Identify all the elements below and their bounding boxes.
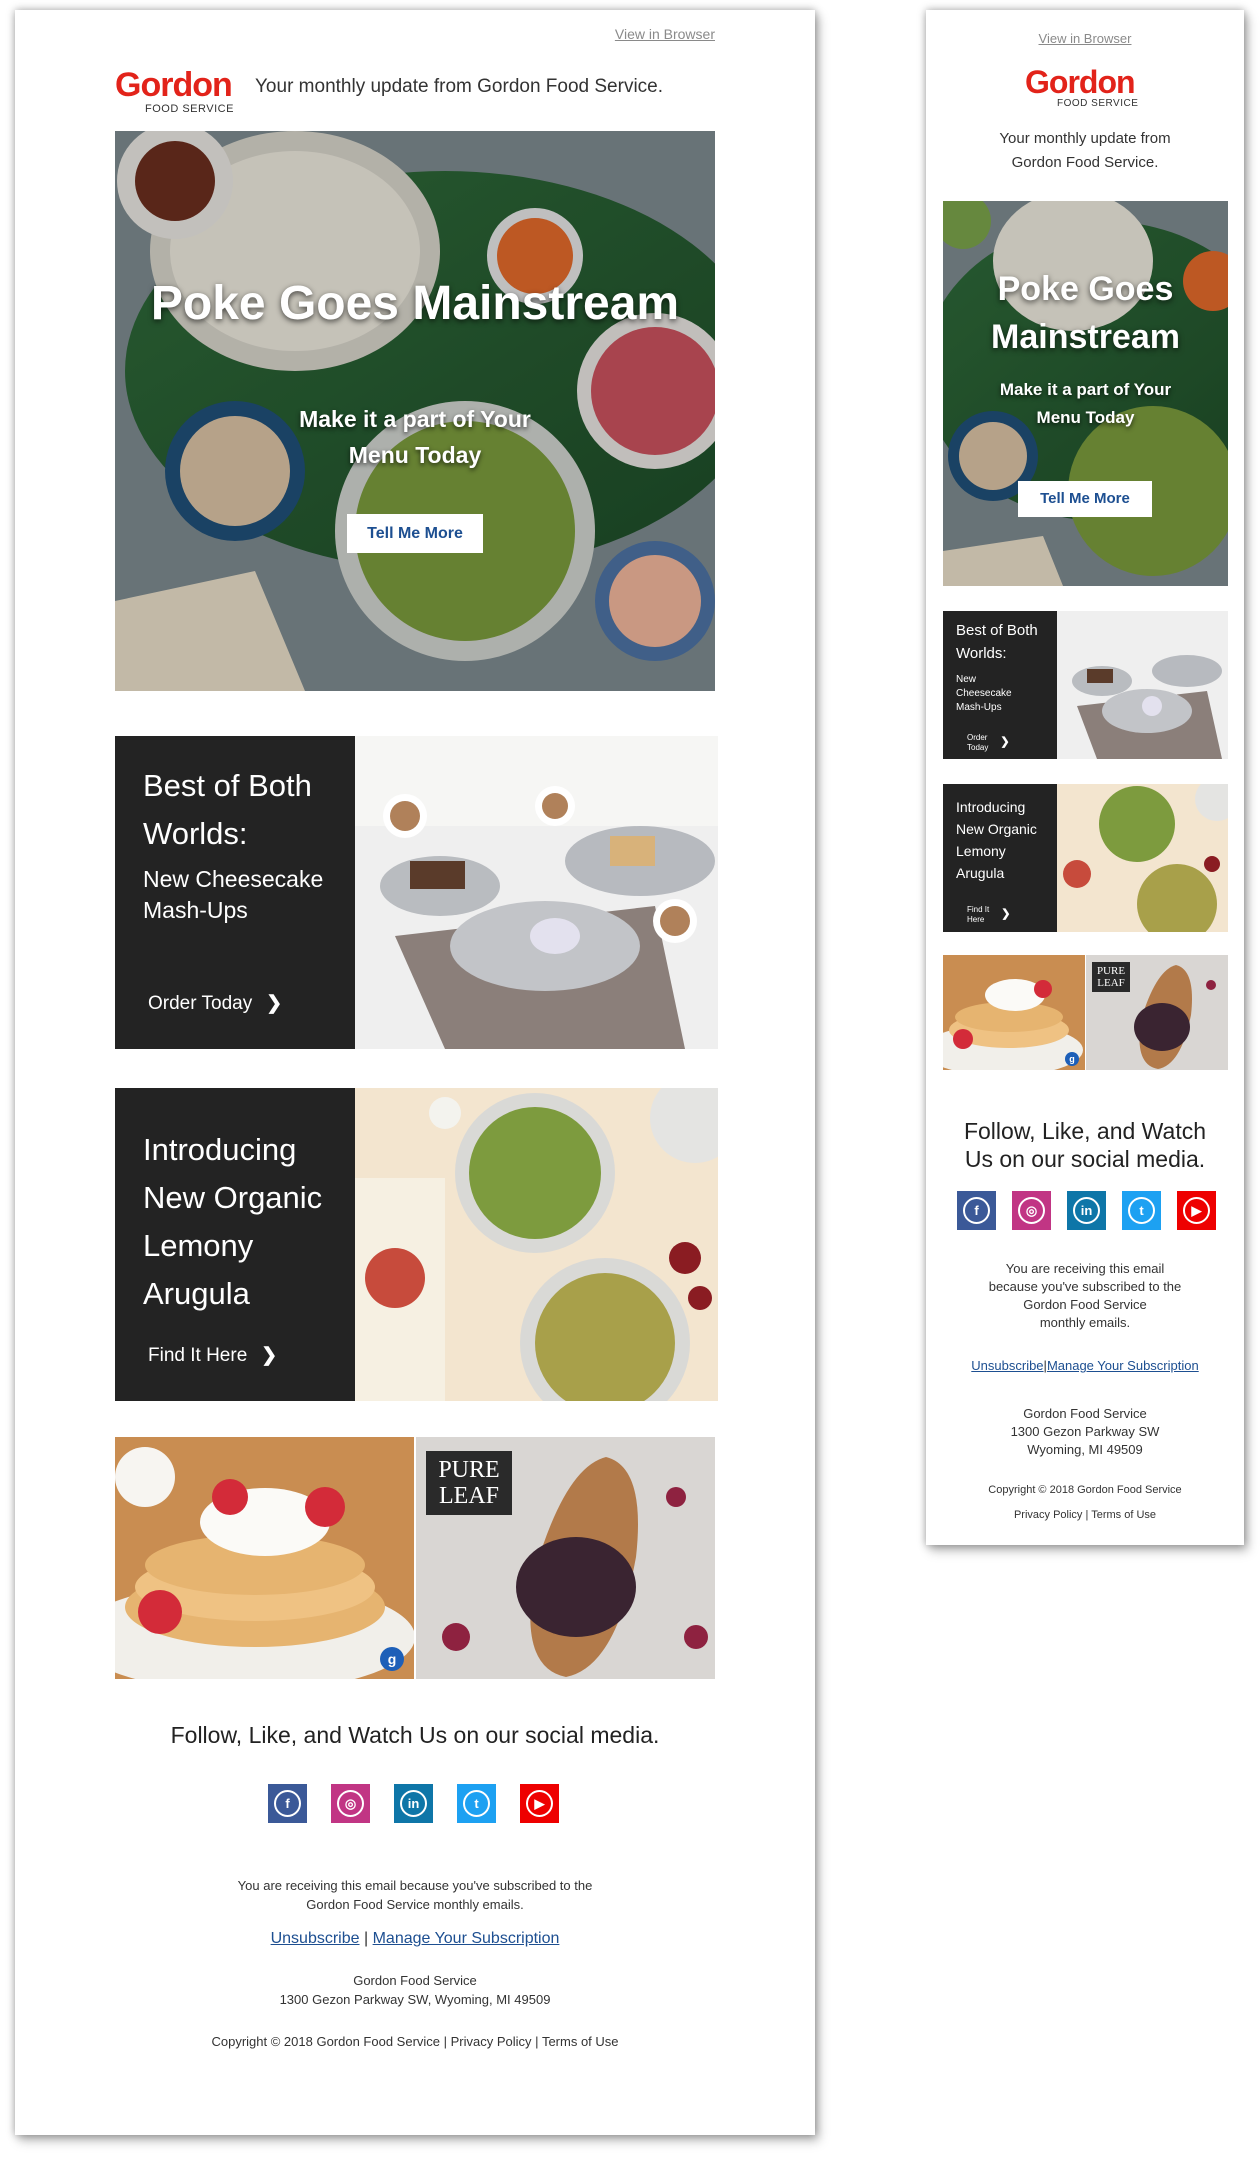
cheesecake-photo — [355, 736, 718, 1049]
order-today-link[interactable]: Order Today ❯ — [967, 733, 1010, 753]
brand-logo-icon: g — [380, 1647, 404, 1671]
subscription-links: Unsubscribe | Manage Your Subscription — [270, 1930, 560, 1947]
mobile-email-preview: View in Browser Gordon FOOD SERVICE Your… — [926, 10, 1244, 1545]
arugula-promo[interactable]: Introducing New Organic Lemony Arugula F… — [115, 1088, 718, 1401]
brand-logo-icon: g — [1065, 1052, 1079, 1066]
hero-banner[interactable]: Poke Goes Mainstream Make it a part of Y… — [943, 201, 1228, 586]
manage-subscription-link[interactable]: Manage Your Subscription — [1047, 1358, 1199, 1373]
terms-of-use-link[interactable]: Terms of Use — [542, 2034, 619, 2049]
promo-subtitle: New Cheesecake Mash-Ups — [143, 866, 324, 923]
privacy-policy-link[interactable]: Privacy Policy — [451, 2034, 532, 2049]
arugula-promo[interactable]: Introducing New Organic Lemony Arugula F… — [943, 784, 1228, 932]
receiving-notice: You are receiving this email because you… — [988, 1261, 1182, 1330]
youtube-icon[interactable]: ▶ — [520, 1784, 559, 1823]
pure-leaf-tea-photo[interactable]: PURE LEAF — [416, 1437, 715, 1679]
chevron-right-icon: ❯ — [261, 1345, 278, 1366]
chevron-right-icon: ❯ — [1000, 736, 1010, 749]
unsubscribe-link[interactable]: Unsubscribe — [271, 1930, 360, 1947]
hero-title: Poke Goes Mainstream — [991, 270, 1180, 356]
hero-subtitle: Make it a part of Your Menu Today — [299, 406, 531, 468]
receiving-notice: You are receiving this email because you… — [237, 1878, 593, 1912]
chevron-right-icon: ❯ — [1001, 908, 1011, 921]
featured-products-row: g PURE LEAF — [115, 1437, 715, 1679]
gordon-logo[interactable]: Gordon FOOD SERVICE — [1025, 66, 1150, 109]
social-heading: Follow, Like, and Watch Us on our social… — [963, 1118, 1207, 1172]
promo-title: Best of Both Worlds: — [143, 768, 312, 851]
cheesecake-promo[interactable]: Best of Both Worlds: New Cheesecake Mash… — [115, 736, 718, 1049]
manage-subscription-link[interactable]: Manage Your Subscription — [373, 1930, 560, 1947]
arugula-salad-photo — [1057, 784, 1228, 932]
promo-text-panel: Introducing New Organic Lemony Arugula F… — [943, 784, 1057, 932]
gordon-logo[interactable]: Gordon FOOD SERVICE — [115, 68, 240, 115]
pure-leaf-logo: PURE LEAF — [1092, 962, 1130, 992]
twitter-icon[interactable]: t — [457, 1784, 496, 1823]
promo-title: Introducing New Organic Lemony Arugula — [956, 799, 1037, 881]
tell-me-more-button[interactable]: Tell Me More — [347, 514, 483, 553]
twitter-icon[interactable]: t — [1122, 1191, 1161, 1230]
pancakes-photo[interactable]: g — [115, 1437, 414, 1679]
copyright-line: Copyright © 2018 Gordon Food Service | P… — [211, 2034, 619, 2049]
instagram-icon[interactable]: ◎ — [331, 1784, 370, 1823]
promo-text-panel: Introducing New Organic Lemony Arugula F… — [115, 1088, 355, 1401]
company-address: Gordon Food Service 1300 Gezon Parkway S… — [1010, 1406, 1160, 1457]
pure-leaf-tea-photo[interactable]: PURE LEAF — [1086, 955, 1228, 1070]
desktop-email-preview: View in Browser Gordon FOOD SERVICE Your… — [15, 10, 815, 2135]
find-it-here-link[interactable]: Find It Here ❯ — [967, 905, 1010, 925]
view-in-browser-link[interactable]: View in Browser — [615, 26, 715, 42]
youtube-icon[interactable]: ▶ — [1177, 1191, 1216, 1230]
header-tagline: Your monthly update from Gordon Food Ser… — [999, 130, 1171, 171]
featured-products-row: g PURE LEAF — [943, 955, 1228, 1070]
social-heading: Follow, Like, and Watch Us on our social… — [170, 1722, 660, 1748]
find-it-here-link[interactable]: Find It Here ❯ — [148, 1344, 277, 1367]
hero-banner[interactable]: Poke Goes Mainstream Make it a part of Y… — [115, 131, 715, 691]
header-tagline: Your monthly update from Gordon Food Ser… — [255, 76, 664, 97]
cheesecake-promo[interactable]: Best of Both Worlds: New Cheesecake Mash… — [943, 611, 1228, 759]
promo-title: Best of Both Worlds: — [956, 622, 1038, 662]
facebook-icon[interactable]: f — [268, 1784, 307, 1823]
hero-title: Poke Goes Mainstream — [150, 277, 680, 330]
promo-title: Introducing New Organic Lemony Arugula — [143, 1132, 323, 1311]
promo-text-panel: Best of Both Worlds: New Cheesecake Mash… — [115, 736, 355, 1049]
promo-subtitle: New Cheesecake Mash-Ups — [956, 674, 1012, 713]
terms-of-use-link[interactable]: Terms of Use — [1091, 1509, 1156, 1521]
company-address: Gordon Food Service 1300 Gezon Parkway S… — [279, 1973, 551, 2007]
cheesecake-photo — [1057, 611, 1228, 759]
order-today-link[interactable]: Order Today ❯ — [148, 992, 282, 1015]
privacy-policy-link[interactable]: Privacy Policy — [1014, 1509, 1082, 1521]
chevron-right-icon: ❯ — [266, 993, 283, 1014]
hero-subtitle: Make it a part of Your Menu Today — [999, 380, 1172, 427]
unsubscribe-link[interactable]: Unsubscribe — [971, 1358, 1043, 1373]
view-in-browser-link[interactable]: View in Browser — [926, 31, 1244, 46]
promo-text-panel: Best of Both Worlds: New Cheesecake Mash… — [943, 611, 1057, 759]
pure-leaf-logo: PURE LEAF — [426, 1451, 512, 1515]
subscription-links: Unsubscribe|Manage Your Subscription — [971, 1358, 1199, 1373]
tell-me-more-button[interactable]: Tell Me More — [1018, 481, 1152, 517]
arugula-salad-photo — [355, 1088, 718, 1401]
copyright-line: Copyright © 2018 Gordon Food Service Pri… — [988, 1484, 1182, 1521]
linkedin-icon[interactable]: in — [394, 1784, 433, 1823]
facebook-icon[interactable]: f — [957, 1191, 996, 1230]
pancakes-photo[interactable]: g — [943, 955, 1085, 1070]
instagram-icon[interactable]: ◎ — [1012, 1191, 1051, 1230]
linkedin-icon[interactable]: in — [1067, 1191, 1106, 1230]
social-icons-row: f ◎ in t ▶ — [268, 1784, 583, 1823]
social-icons-row: f ◎ in t ▶ — [957, 1191, 1216, 1230]
